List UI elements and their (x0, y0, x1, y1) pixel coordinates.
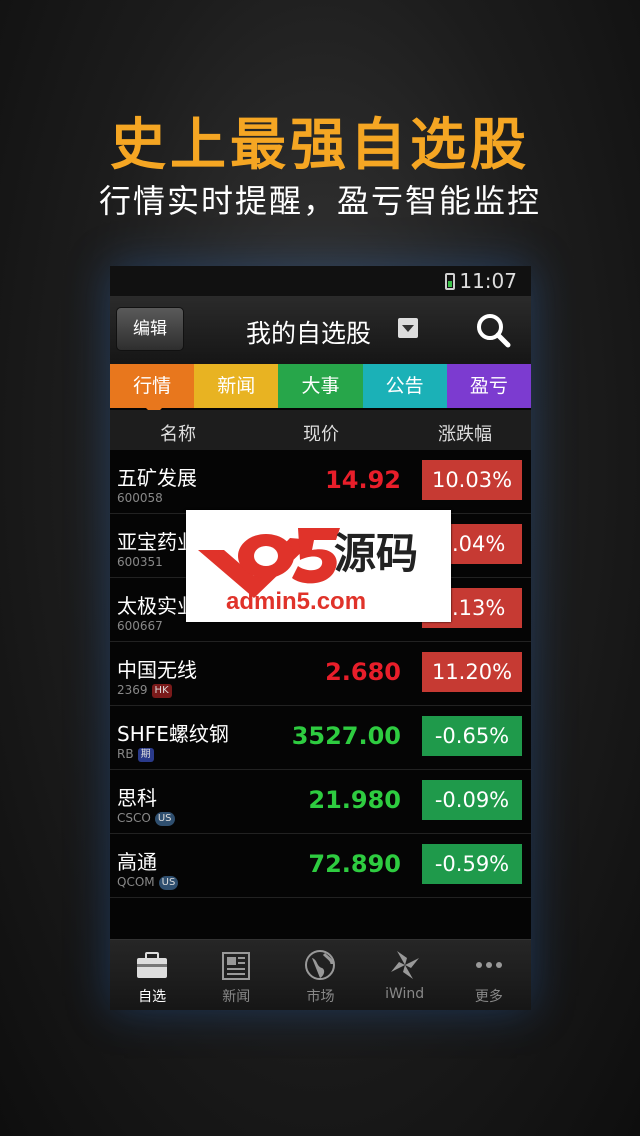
stock-code: CSCO US (117, 811, 175, 826)
stock-row[interactable]: SHFE螺纹钢 RB 期 3527.00 -0.65% (110, 706, 531, 770)
tab-1[interactable]: 新闻 (194, 364, 279, 408)
nav-item-1[interactable]: 新闻 (194, 940, 278, 1010)
stock-price: 72.890 (308, 850, 401, 878)
stock-name: SHFE螺纹钢 (117, 722, 229, 746)
promo-subtitle: 行情实时提醒，盈亏智能监控 (98, 182, 541, 220)
status-bar: 11:07 (110, 266, 531, 296)
nav-label: 更多 (474, 989, 503, 1005)
nav-label: 市场 (306, 989, 335, 1005)
change-badge[interactable]: -0.09% (422, 780, 522, 820)
stock-code-text: 2369 (117, 683, 148, 697)
nav-item-3[interactable]: iWind (363, 940, 447, 1010)
search-icon[interactable] (473, 310, 513, 350)
app-header: 编辑 我的自选股 (110, 296, 531, 367)
briefcase-icon (137, 952, 167, 978)
market-badge: US (158, 875, 179, 890)
promo-title: 史上最强自选股 (110, 113, 530, 178)
change-badge[interactable]: 10.03% (422, 460, 522, 500)
newspaper-icon (222, 952, 251, 980)
page-title[interactable]: 我的自选股 (246, 314, 371, 350)
stock-row[interactable]: 思科 CSCO US 21.980 -0.09% (110, 770, 531, 834)
column-price: 现价 (303, 424, 339, 445)
stock-code: RB 期 (117, 747, 154, 762)
watermark-url: admin5.com (226, 588, 367, 615)
windmill-icon (390, 951, 419, 979)
nav-label: 新闻 (222, 989, 251, 1005)
tab-0[interactable]: 行情 (110, 364, 195, 416)
stock-name: 思科 (117, 786, 157, 810)
stock-name: 中国无线 (117, 658, 197, 682)
watermark-title: 源码 (334, 529, 419, 578)
market-badge: 期 (137, 747, 154, 762)
stock-name: 高通 (117, 850, 157, 874)
column-name: 名称 (160, 424, 196, 445)
more-dots-icon (475, 962, 502, 968)
stock-code-text: QCOM (117, 875, 155, 889)
tab-3[interactable]: 公告 (362, 364, 447, 408)
edit-button[interactable]: 编辑 (116, 307, 184, 351)
stock-row[interactable]: 高通 QCOM US 72.890 -0.59% (110, 834, 531, 898)
stock-code: QCOM US (117, 875, 179, 890)
change-badge[interactable]: -0.65% (422, 716, 522, 756)
stock-price: 3527.00 (291, 722, 401, 750)
change-badge[interactable]: -0.59% (422, 844, 522, 884)
market-badge: US (154, 811, 175, 826)
dropdown-icon[interactable] (398, 318, 418, 338)
stock-code: 600058 (117, 491, 163, 505)
nav-item-4[interactable]: 更多 (447, 940, 531, 1010)
watermark-logo: 源码 admin5.com (186, 510, 451, 622)
stock-price: 21.980 (308, 786, 401, 814)
stock-code-text: 600351 (117, 555, 163, 569)
market-badge: HK (151, 683, 172, 698)
stock-name: 五矿发展 (117, 466, 197, 490)
stock-code: 600351 (117, 555, 163, 569)
status-time: 11:07 (459, 269, 517, 293)
tab-bar: 行情 新闻 大事 公告 盈亏 (110, 364, 531, 416)
stock-code: 2369 HK (117, 683, 172, 698)
stock-code-text: 600058 (117, 491, 163, 505)
column-header: 名称 现价 涨跌幅 (110, 410, 531, 450)
tab-4[interactable]: 盈亏 (446, 364, 531, 408)
stock-row[interactable]: 五矿发展 600058 14.92 10.03% (110, 450, 531, 514)
nav-label: iWind (385, 986, 425, 1002)
bottom-nav: 自选 新闻 市场 iWind 更多 (110, 939, 531, 1010)
stock-price: 14.92 (325, 466, 401, 494)
stock-name: 亚宝药业 (117, 530, 197, 554)
stock-price: 2.680 (325, 658, 401, 686)
change-badge[interactable]: 11.20% (422, 652, 522, 692)
stock-code-text: CSCO (117, 811, 151, 825)
nav-item-2[interactable]: 市场 (278, 940, 362, 1010)
phone-screen: 11:07 编辑 我的自选股 行情 新闻 大事 公告 盈亏 名称 现价 涨跌幅 五矿发展… (110, 266, 531, 1010)
stock-code-text: RB (117, 747, 134, 761)
stock-code: 600667 (117, 619, 163, 633)
stock-code-text: 600667 (117, 619, 163, 633)
stock-row[interactable]: 中国无线 2369 HK 2.680 11.20% (110, 642, 531, 706)
column-change: 涨跌幅 (438, 424, 492, 445)
nav-item-0[interactable]: 自选 (110, 940, 194, 1010)
nav-label: 自选 (138, 989, 167, 1005)
globe-icon (305, 950, 336, 980)
stock-name: 太极实业 (117, 594, 197, 618)
tab-2[interactable]: 大事 (278, 364, 363, 408)
battery-icon (445, 273, 455, 290)
